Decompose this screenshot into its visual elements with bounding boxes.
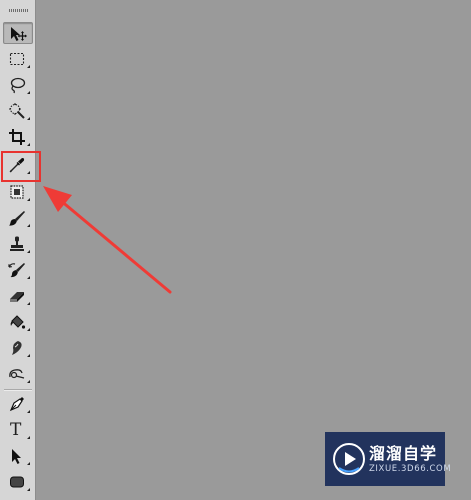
clone-stamp-tool[interactable] bbox=[3, 233, 33, 255]
paint-bucket-icon bbox=[10, 315, 26, 329]
canvas-area[interactable] bbox=[36, 0, 471, 500]
lasso-tool[interactable] bbox=[3, 74, 33, 96]
flyout-indicator bbox=[27, 91, 30, 94]
play-logo-icon bbox=[333, 443, 365, 475]
watermark-name: 溜溜自学 bbox=[369, 444, 438, 463]
crop-icon bbox=[9, 129, 25, 145]
quick-selection-tool[interactable] bbox=[3, 100, 33, 122]
lasso-icon bbox=[10, 77, 26, 94]
flyout-indicator bbox=[27, 328, 30, 331]
flyout-indicator bbox=[27, 276, 30, 279]
magic-wand-icon bbox=[9, 103, 25, 119]
flyout-indicator bbox=[27, 143, 30, 146]
flyout-indicator bbox=[27, 198, 30, 201]
type-icon: T bbox=[10, 420, 22, 440]
move-arrow-icon bbox=[11, 27, 27, 41]
photoshop-workspace: T 溜溜自学 ZIXUE.3D66.COM bbox=[0, 0, 471, 500]
flyout-indicator bbox=[27, 410, 30, 413]
healing-patch-icon bbox=[10, 185, 24, 199]
path-selection-tool[interactable] bbox=[3, 445, 33, 467]
flyout-indicator bbox=[27, 302, 30, 305]
flyout-indicator bbox=[27, 380, 30, 383]
eyedropper-highlight-box bbox=[1, 151, 41, 182]
flyout-indicator bbox=[27, 436, 30, 439]
rounded-rectangle-icon bbox=[10, 476, 24, 488]
marquee-tool[interactable] bbox=[3, 48, 33, 70]
blur-tool[interactable] bbox=[3, 337, 33, 359]
history-brush-icon bbox=[8, 263, 25, 278]
type-tool[interactable]: T bbox=[3, 419, 33, 441]
shape-tool[interactable] bbox=[3, 471, 33, 493]
flyout-indicator bbox=[27, 117, 30, 120]
watermark: 溜溜自学 ZIXUE.3D66.COM bbox=[325, 432, 451, 486]
brush-tool[interactable] bbox=[3, 207, 33, 229]
healing-tool[interactable] bbox=[3, 181, 33, 203]
eraser-icon bbox=[10, 292, 24, 302]
move-tool[interactable] bbox=[3, 22, 33, 44]
flyout-indicator bbox=[27, 462, 30, 465]
toolbar-separator bbox=[4, 389, 32, 391]
brush-icon bbox=[9, 211, 25, 226]
tools-panel: T bbox=[0, 0, 36, 500]
flyout-indicator bbox=[27, 250, 30, 253]
panel-grip[interactable] bbox=[9, 9, 28, 12]
blur-icon bbox=[12, 341, 22, 355]
pen-icon bbox=[9, 397, 24, 412]
dodge-icon bbox=[9, 369, 25, 379]
dodge-tool[interactable] bbox=[3, 363, 33, 385]
rectangular-marquee-icon bbox=[9, 52, 25, 66]
pen-tool[interactable] bbox=[3, 393, 33, 415]
flyout-indicator bbox=[27, 65, 30, 68]
flyout-indicator bbox=[27, 488, 30, 491]
watermark-url: ZIXUE.3D66.COM bbox=[369, 464, 452, 474]
history-brush-tool[interactable] bbox=[3, 259, 33, 281]
paint-bucket-tool[interactable] bbox=[3, 311, 33, 333]
crop-tool[interactable] bbox=[3, 126, 33, 148]
flyout-indicator bbox=[27, 354, 30, 357]
eraser-tool[interactable] bbox=[3, 285, 33, 307]
path-selection-icon bbox=[12, 449, 21, 464]
stamp-icon bbox=[10, 236, 24, 251]
flyout-indicator bbox=[27, 224, 30, 227]
